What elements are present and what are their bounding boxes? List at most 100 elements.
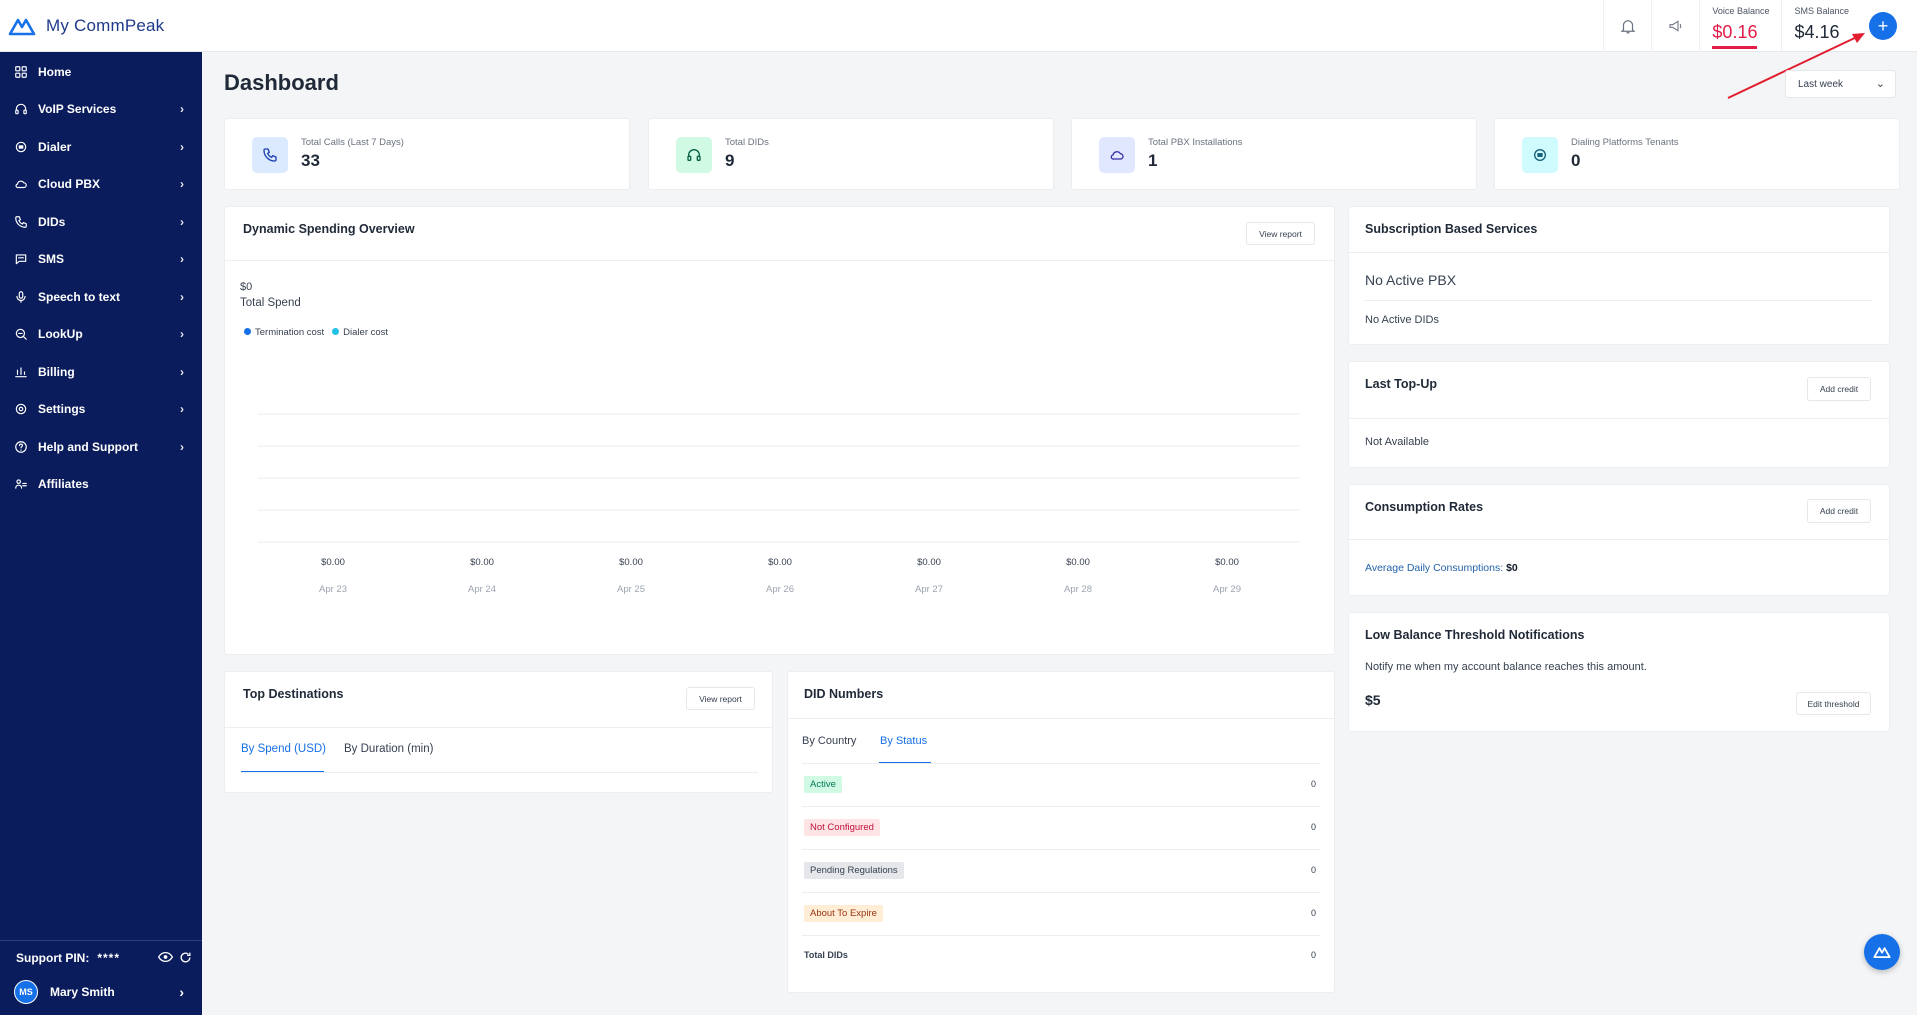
support-pin-label: Support PIN: [16,951,90,965]
chat-icon-wrap [14,252,28,266]
user-menu[interactable]: MS Mary Smith › [0,975,202,1009]
sidebar-item-speech-to-text[interactable]: Speech to text › [0,278,202,316]
stat-card: Total PBX Installations 1 [1071,118,1477,190]
spending-view-report-button[interactable]: View report [1246,222,1315,245]
edit-threshold-button[interactable]: Edit threshold [1796,692,1871,715]
user-name: Mary Smith [50,985,115,999]
chevron-right-icon: › [180,252,184,267]
stat-value: 1 [1148,151,1158,170]
sidebar-item-label: Affiliates [38,477,89,492]
sidebar-item-home[interactable]: Home [0,53,202,91]
tab-by-country[interactable]: By Country [802,735,856,747]
sidebar-item-label: Speech to text [38,289,121,304]
stat-value: 9 [725,151,735,170]
did-numbers-title: DID Numbers [804,687,884,701]
status-badge: Pending Regulations [804,862,904,879]
status-count: 0 [1311,779,1317,789]
did-divider [788,718,1334,719]
total-spend-value: $0 [240,281,253,293]
topup-divider [1349,418,1889,419]
threshold-description: Notify me when my account balance reache… [1365,661,1647,673]
sidebar-item-sms[interactable]: SMS › [0,241,202,279]
sidebar-item-label: Billing [38,364,75,379]
total-dids-label: Total DIDs [804,950,848,960]
stat-card: Total DIDs 9 [648,118,1054,190]
sidebar-item-label: LookUp [38,327,83,342]
tab-by-duration[interactable]: By Duration (min) [344,743,433,755]
help-chat-button[interactable] [1864,934,1900,970]
chart-x-tick-label: Apr 27 [915,584,943,595]
announcements-button[interactable] [1651,0,1699,52]
sidebar-item-dialer[interactable]: Dialer › [0,128,202,166]
sidebar-item-voip-services[interactable]: VoIP Services › [0,91,202,129]
legend-termination: Termination cost [244,327,324,338]
tab-by-spend[interactable]: By Spend (USD) [241,743,326,755]
consumption-title: Consumption Rates [1365,500,1484,514]
stat-icon [1099,137,1135,173]
chart-x-tick-label: Apr 24 [468,584,496,595]
lookup-icon [15,329,27,341]
sidebar-item-affiliates[interactable]: Affiliates [0,466,202,504]
dialer-icon [15,141,27,152]
no-active-pbx: No Active PBX [1365,272,1457,288]
stat-icon [1522,137,1558,173]
gear-icon [15,404,27,415]
consumption-add-credit-button[interactable]: Add credit [1807,499,1871,523]
sidebar-item-settings[interactable]: Settings › [0,391,202,429]
chart-data-label: $0.00 [470,557,494,568]
mic-icon [16,290,26,303]
threshold-value: $5 [1365,692,1381,708]
affiliates-icon-wrap [14,477,28,491]
topup-add-credit-button[interactable]: Add credit [1807,377,1871,401]
subscription-inner-divider [1365,300,1872,301]
add-balance-button[interactable]: + [1869,12,1897,40]
commpeak-logo-icon [8,18,36,35]
gear-icon-wrap [14,402,28,416]
grid-icon-wrap [14,65,28,79]
headset-icon [15,104,27,115]
did-row-divider [802,849,1320,850]
status-count: 0 [1311,822,1317,832]
notifications-button[interactable] [1603,0,1651,52]
support-pin-value: **** [97,951,121,965]
phone-icon-wrap [14,215,28,229]
help-icon [15,440,27,453]
status-count: 0 [1311,865,1317,875]
sidebar-footer: Support PIN: **** MS Mary Smith › [0,940,202,1015]
total-dids-count: 0 [1311,950,1317,960]
spending-divider [225,260,1334,261]
top-destinations-title: Top Destinations [243,687,344,701]
no-active-dids: No Active DIDs [1365,314,1439,326]
stat-card: Dialing Platforms Tenants 0 [1494,118,1900,190]
sidebar-item-lookup[interactable]: LookUp › [0,316,202,354]
eye-icon[interactable] [158,951,173,963]
refresh-icon[interactable] [179,951,192,964]
legend-dot [244,328,251,335]
stat-value: 33 [301,151,320,170]
dialer-icon-wrap [14,140,28,154]
sidebar-item-billing[interactable]: Billing › [0,353,202,391]
tab-by-status[interactable]: By Status [880,735,927,747]
chevron-right-icon: › [180,439,184,454]
threshold-title: Low Balance Threshold Notifications [1365,628,1585,642]
chevron-down-icon: ⌄ [1875,78,1885,90]
sidebar-item-cloud-pbx[interactable]: Cloud PBX › [0,166,202,204]
date-range-select[interactable]: Last week ⌄ [1785,70,1896,98]
average-daily-value: $0 [1506,562,1518,574]
destinations-view-report-button[interactable]: View report [686,687,755,710]
cloud-icon [15,180,27,189]
sidebar-nav: Home VoIP Services › Dialer › Cloud PBX › DIDs ›… [0,52,202,503]
total-spend-label: Total Spend [240,297,301,309]
stat-label: Total Calls (Last 7 Days) [301,137,404,148]
sidebar-item-help-and-support[interactable]: Help and Support › [0,428,202,466]
sidebar-item-label: Cloud PBX [38,177,100,192]
stat-value: 0 [1571,151,1581,170]
chart-x-tick-label: Apr 25 [617,584,645,595]
phone-icon [263,148,277,162]
sidebar-item-dids[interactable]: DIDs › [0,203,202,241]
chart-data-label: $0.00 [1066,557,1090,568]
app-logo[interactable]: My CommPeak [0,14,164,38]
affiliates-icon [15,479,27,489]
legend-dialer: Dialer cost [332,327,388,338]
chart-x-tick-label: Apr 29 [1213,584,1241,595]
